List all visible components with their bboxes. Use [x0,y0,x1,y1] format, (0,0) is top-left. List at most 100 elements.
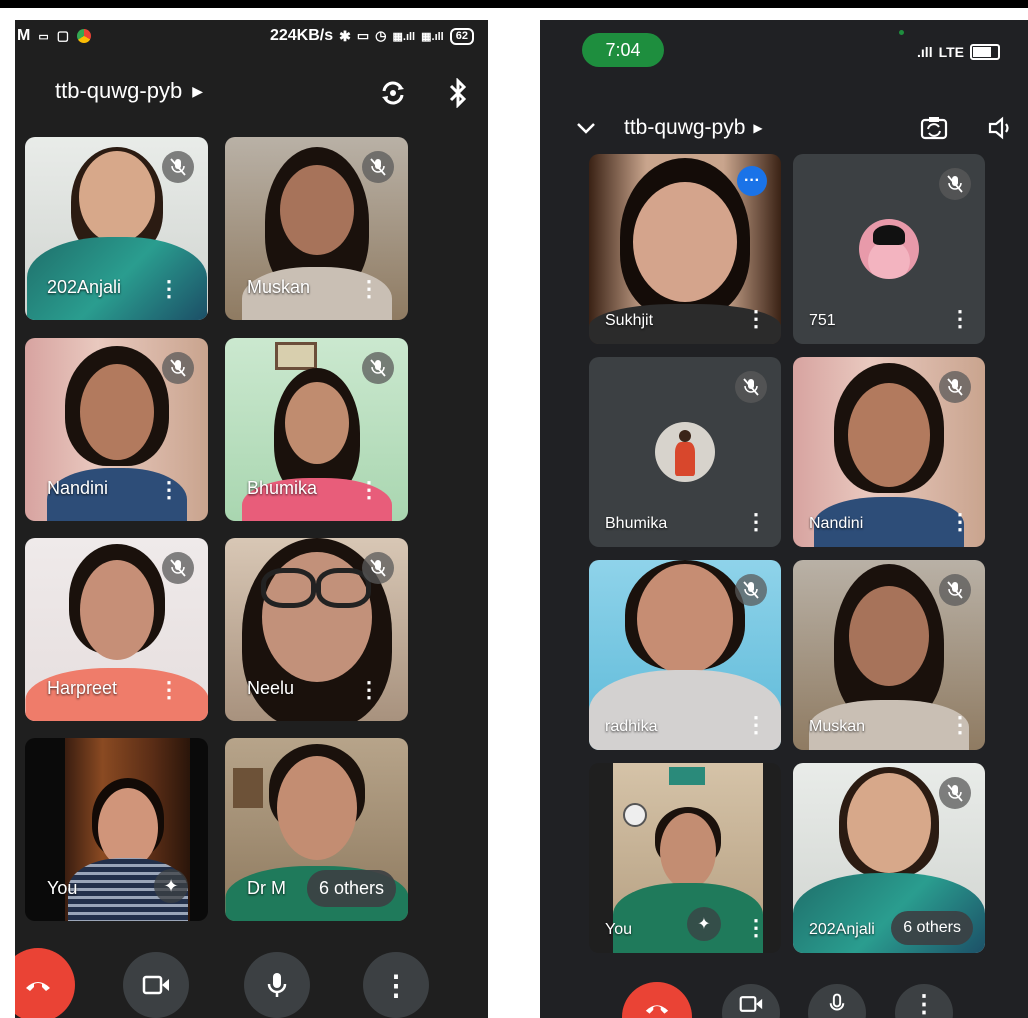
mic-off-icon [362,151,394,183]
bluetooth-icon[interactable] [448,77,468,113]
participant-tile[interactable]: 202Anjali ⋮ [25,137,208,320]
participant-tile[interactable]: Bhumika ⋮ [589,357,781,547]
participant-name: Muskan [809,718,866,735]
participant-name: You [605,921,632,938]
right-phone-screen: 7:04 .ıll LTE ttb-quwg-pyb ▶ ··· Sukhjit… [540,20,1028,1018]
more-vert-icon[interactable]: ⋮ [358,278,380,300]
meeting-title[interactable]: ttb-quwg-pyb ▶ [576,116,763,140]
camera-icon [142,975,169,995]
wall-pictures [233,768,263,808]
mic-button[interactable] [808,984,866,1018]
more-options-button[interactable]: ⋮ [895,984,953,1018]
sparkle-icon[interactable]: ✦ [154,869,188,903]
more-vert-icon[interactable]: ⋮ [358,479,380,501]
chevron-right-icon: ▶ [753,121,763,135]
participant-name: Nandini [47,478,109,498]
participant-name: Bhumika [605,515,668,532]
meeting-code: ttb-quwg-pyb [55,78,183,103]
signal-icon: ▦.ıll [392,30,416,43]
meeting-code: ttb-quwg-pyb [624,116,746,139]
participant-tile[interactable]: Muskan ⋮ [225,137,408,320]
participant-tile[interactable]: Nandini ⋮ [793,357,985,547]
flip-camera-icon[interactable] [378,78,408,113]
participant-name: Nandini [809,515,864,532]
mic-icon [829,993,845,1011]
participant-name: 202Anjali [47,277,122,297]
mic-off-icon [939,168,971,200]
participant-name: Dr M [247,878,286,898]
more-vert-icon[interactable]: ⋮ [745,714,767,736]
participant-name: Sukhjit [605,312,654,329]
participant-tile[interactable]: Harpreet ⋮ [25,538,208,721]
participant-tile[interactable]: Nandini ⋮ [25,338,208,521]
flip-camera-icon[interactable] [920,116,948,145]
participant-name: radhika [605,718,658,735]
more-vert-icon: ⋮ [382,969,410,1001]
camera-button[interactable] [722,984,780,1018]
sparkle-icon[interactable]: ✦ [687,907,721,941]
participant-tile[interactable]: radhika ⋮ [589,560,781,750]
battery-icon: 62 [449,27,474,45]
left-phone-screen: M ▭ ▢ 224KB/s ✱ ▭ ◷ ▦.ıll ▦.ıll 62 ttb-q… [15,20,488,1018]
more-vert-icon[interactable]: ⋮ [949,511,971,533]
participant-tile[interactable]: Dr M 6 others [225,738,408,921]
end-call-button[interactable] [622,982,692,1018]
signal-icon: .ıll [917,44,933,60]
mic-button[interactable] [244,952,310,1018]
end-call-icon [26,982,50,991]
participant-tile[interactable]: Neelu ⋮ [225,538,408,721]
vibrate-icon: ▭ [356,28,370,43]
signal-icon-2: ▦.ıll [421,30,444,43]
more-vert-icon[interactable]: ⋮ [158,278,180,300]
end-call-button[interactable] [15,948,75,1018]
mic-off-icon [362,352,394,384]
camera-icon [739,996,763,1012]
chrome-icon [77,29,92,43]
participant-name: 202Anjali [809,921,875,938]
more-horiz-icon[interactable]: ··· [737,166,767,196]
more-vert-icon[interactable]: ⋮ [158,679,180,701]
status-bar: .ıll LTE [917,44,1000,60]
camera-button[interactable] [123,952,189,1018]
more-vert-icon[interactable]: ⋮ [358,679,380,701]
bluetooth-status-icon: ✱ [339,27,351,44]
self-view-tile[interactable]: You ✦ [25,738,208,921]
wall-frame [275,342,317,370]
others-chip[interactable]: 6 others [891,911,973,945]
others-chip[interactable]: 6 others [306,870,396,907]
more-vert-icon: ⋮ [912,990,936,1018]
end-call-icon [645,1005,669,1014]
more-vert-icon[interactable]: ⋮ [949,714,971,736]
participant-name: Neelu [247,678,295,698]
status-bar: M ▭ ▢ 224KB/s ✱ ▭ ◷ ▦.ıll ▦.ıll 62 [15,20,488,54]
meeting-title[interactable]: ttb-quwg-pyb ▶ [55,78,203,104]
carrier-text: M [17,27,31,44]
notification-icon: ▭ [38,30,49,43]
time-pill: 7:04 [582,33,664,67]
mic-off-icon [162,552,194,584]
avatar [859,219,919,279]
mic-off-icon [362,552,394,584]
cast-icon: ▢ [56,28,70,43]
more-vert-icon[interactable]: ⋮ [745,511,767,533]
participant-tile[interactable]: Bhumika ⋮ [225,338,408,521]
mic-off-icon [939,371,971,403]
self-view-tile[interactable]: You ✦ ⋮ [589,763,781,953]
network-type: LTE [938,44,964,60]
participant-tile[interactable]: ··· Sukhjit ⋮ [589,154,781,344]
battery-icon [970,44,1000,60]
participant-tile[interactable]: 751 ⋮ [793,154,985,344]
speaker-icon[interactable] [988,116,1014,145]
participant-tile[interactable]: Muskan ⋮ [793,560,985,750]
more-vert-icon[interactable]: ⋮ [949,308,971,330]
more-vert-icon[interactable]: ⋮ [745,308,767,330]
participant-tile[interactable]: 202Anjali 6 others [793,763,985,953]
glasses [261,568,371,608]
participant-name: You [47,878,78,898]
chevron-down-icon[interactable] [576,116,596,140]
more-options-button[interactable]: ⋮ [363,952,429,1018]
more-vert-icon[interactable]: ⋮ [745,917,767,939]
participant-name: Bhumika [247,478,318,498]
more-vert-icon[interactable]: ⋮ [158,479,180,501]
speed-text: 224KB/s [269,27,334,44]
